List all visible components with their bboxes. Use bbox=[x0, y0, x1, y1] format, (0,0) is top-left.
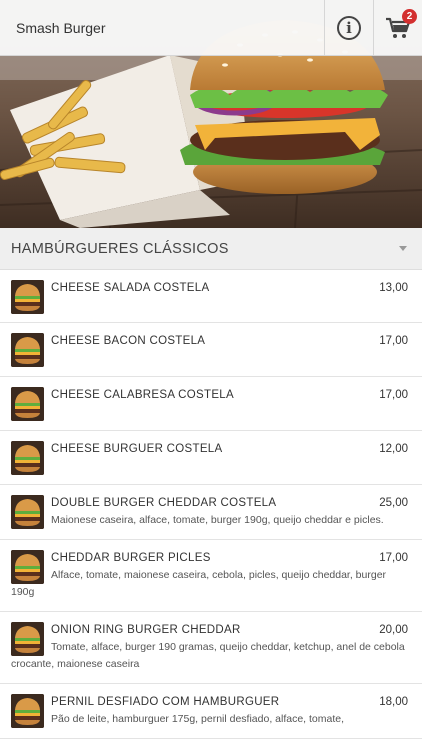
menu-item-price: 17,00 bbox=[379, 552, 408, 564]
menu-item[interactable]: ONION RING BURGER CHEDDAR 20,00 Tomate, al… bbox=[0, 612, 422, 684]
menu-item[interactable]: CHEESE SALADA COSTELA 13,00 bbox=[0, 270, 422, 323]
menu-item-description: Pão de leite, hamburguer 175g, pernil de… bbox=[51, 713, 345, 725]
menu-item[interactable]: CHEESE BACON COSTELA 17,00 bbox=[0, 323, 422, 377]
info-icon: i bbox=[337, 15, 361, 40]
cart-count-badge: 2 bbox=[402, 8, 417, 24]
menu-item-name: CHEESE CALABRESA COSTELA bbox=[51, 389, 234, 401]
menu-item-thumbnail bbox=[11, 622, 44, 656]
menu-item-name: CHEESE BACON COSTELA bbox=[51, 335, 206, 347]
menu-item-description: Tomate, alface, burger 190 gramas, queij… bbox=[11, 641, 405, 670]
menu-item-thumbnail bbox=[11, 280, 44, 314]
menu-item-name: CHEESE SALADA COSTELA bbox=[51, 282, 210, 294]
menu-item-name: PERNIL DESFIADO COM HAMBURGUER bbox=[51, 696, 280, 708]
category-header[interactable]: HAMBÚRGUERES CLÁSSICOS bbox=[0, 228, 422, 270]
menu-item-name: CHEESE BURGUER COSTELA bbox=[51, 443, 223, 455]
menu-item[interactable]: CHEDDAR BURGER PICLES 17,00 Alface, tomate… bbox=[0, 540, 422, 612]
menu-item-price: 17,00 bbox=[379, 389, 408, 401]
menu-item-name: ONION RING BURGER CHEDDAR bbox=[51, 624, 241, 636]
menu-item-thumbnail bbox=[11, 495, 44, 529]
app-header: Smash Burger i 2 bbox=[0, 0, 422, 56]
app-title: Smash Burger bbox=[16, 19, 106, 36]
menu-item-price: 25,00 bbox=[379, 497, 408, 509]
menu-item-thumbnail bbox=[11, 694, 44, 728]
menu-item[interactable]: CHEESE CALABRESA COSTELA 17,00 bbox=[0, 377, 422, 431]
menu-item-thumbnail bbox=[11, 550, 44, 584]
menu-item-description: Maionese caseira, alface, tomate, burger… bbox=[51, 514, 384, 526]
menu-item-price: 20,00 bbox=[379, 624, 408, 636]
menu-item-description: Alface, tomate, maionese caseira, cebola… bbox=[11, 569, 387, 598]
menu-item-thumbnail bbox=[11, 387, 44, 421]
chevron-down-icon bbox=[399, 246, 407, 251]
info-button[interactable]: i bbox=[324, 0, 373, 56]
menu-item-thumbnail bbox=[11, 333, 44, 367]
menu-item-price: 13,00 bbox=[379, 282, 408, 294]
menu-item-price: 12,00 bbox=[379, 443, 408, 455]
menu-item-price: 18,00 bbox=[379, 696, 408, 708]
menu-item[interactable]: CHEESE BURGUER COSTELA 12,00 bbox=[0, 431, 422, 485]
menu-item-price: 17,00 bbox=[379, 335, 408, 347]
menu-item-name: CHEDDAR BURGER PICLES bbox=[51, 552, 211, 564]
menu-item[interactable]: DOUBLE BURGER CHEDDAR COSTELA 25,00 Maione… bbox=[0, 485, 422, 540]
cart-button[interactable]: 2 bbox=[373, 0, 422, 56]
menu-item-name: DOUBLE BURGER CHEDDAR COSTELA bbox=[51, 497, 277, 509]
menu-item[interactable]: PERNIL DESFIADO COM HAMBURGUER 18,00 Pão d… bbox=[0, 684, 422, 739]
menu-item-thumbnail bbox=[11, 441, 44, 475]
menu-list: CHEESE SALADA COSTELA 13,00 CHEESE BACON C… bbox=[0, 270, 422, 739]
category-title: HAMBÚRGUERES CLÁSSICOS bbox=[11, 240, 229, 257]
